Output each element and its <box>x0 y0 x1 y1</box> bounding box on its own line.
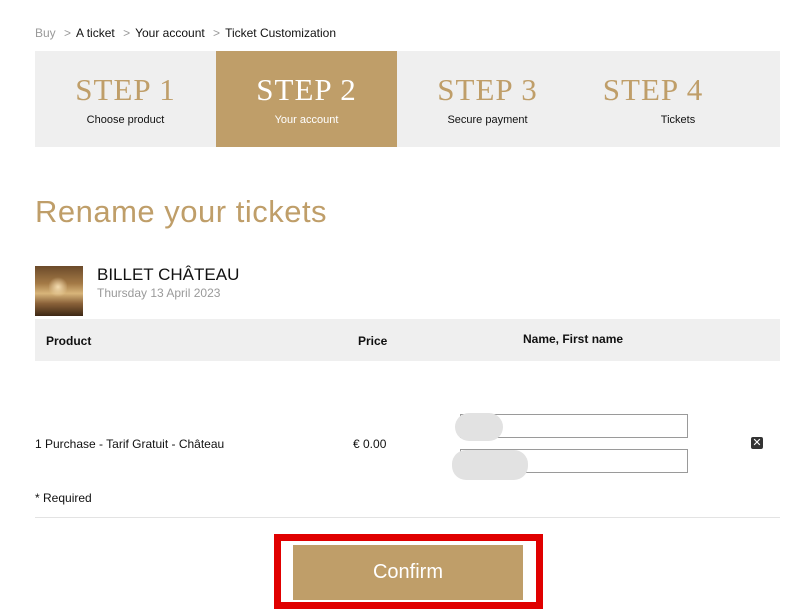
ticket-thumbnail <box>35 266 83 316</box>
step-label: Your account <box>274 114 339 126</box>
required-note: * Required <box>35 491 92 505</box>
page-title: Rename your tickets <box>35 194 328 229</box>
remove-ticket-icon[interactable]: ✕ <box>751 437 763 449</box>
column-product: Product <box>46 334 92 348</box>
column-price: Price <box>358 334 388 348</box>
confirm-button[interactable]: Confirm <box>293 545 523 600</box>
step-label: Tickets <box>660 114 696 126</box>
step-label: Secure payment <box>447 114 528 126</box>
step-2: STEP 2 Your account <box>216 51 397 147</box>
breadcrumb-separator: > <box>123 26 131 40</box>
breadcrumb-account[interactable]: Your account <box>135 26 205 40</box>
ticket-name: BILLET CHÂTEAU <box>97 265 240 284</box>
breadcrumb-ticket[interactable]: A ticket <box>76 26 115 40</box>
breadcrumb-separator: > <box>213 26 221 40</box>
breadcrumb-buy[interactable]: Buy <box>35 26 56 40</box>
row-product: 1 Purchase - Tarif Gratuit - Château <box>35 437 225 451</box>
breadcrumb-separator: > <box>64 26 72 40</box>
step-3: STEP 3 Secure payment <box>397 51 578 147</box>
row-price: € 0.00 <box>353 437 387 451</box>
step-number: STEP 3 <box>437 72 538 107</box>
step-label: Choose product <box>86 114 165 126</box>
redaction-mark <box>452 450 528 480</box>
step-progress: STEP 1 Choose product STEP 2 Your accoun… <box>35 51 780 147</box>
ticket-date: Thursday 13 April 2023 <box>97 286 221 300</box>
step-1: STEP 1 Choose product <box>35 51 216 147</box>
breadcrumb: Buy > A ticket > Your account > Ticket Cust… <box>35 26 336 40</box>
divider <box>35 517 780 518</box>
breadcrumb-customization: Ticket Customization <box>225 26 336 40</box>
table-header: Product Price Name, First name <box>35 319 780 361</box>
redaction-mark <box>455 413 503 441</box>
step-4: STEP 4 Tickets <box>578 51 728 147</box>
step-number: STEP 1 <box>75 72 176 107</box>
column-name: Name, First name <box>523 332 624 346</box>
step-number: STEP 4 <box>602 72 704 107</box>
step-number: STEP 2 <box>256 72 357 107</box>
